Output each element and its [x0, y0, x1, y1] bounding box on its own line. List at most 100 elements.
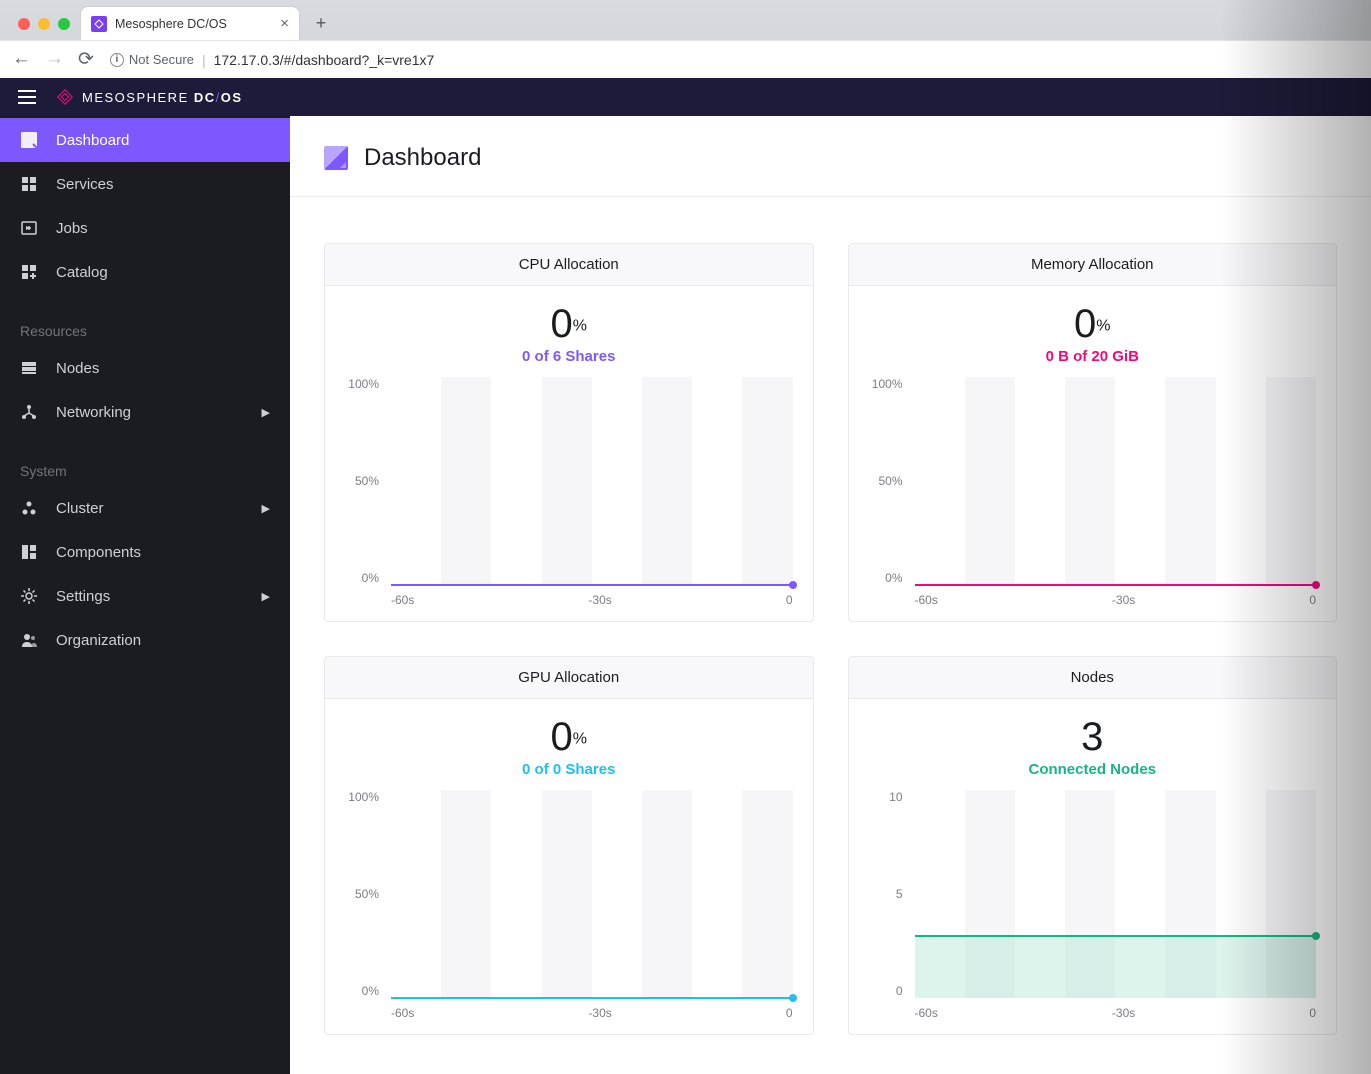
card-nodes: Nodes 3 Connected Nodes 1050 -60s-30s0: [848, 656, 1338, 1035]
series-line: [391, 584, 793, 586]
chart: 100%50%0% -60s-30s0: [337, 377, 801, 607]
window-minimize-icon[interactable]: [38, 18, 50, 30]
sidebar-item-label: Services: [56, 176, 114, 193]
grid-stripes: [915, 377, 1317, 585]
metric: 0% 0 B of 20 GiB: [861, 304, 1325, 365]
sidebar-item-components[interactable]: Components: [0, 530, 290, 574]
sidebar-item-label: Cluster: [56, 500, 104, 517]
nav-buttons: ← → ⟳: [12, 48, 94, 71]
metric-suffix: %: [573, 731, 587, 748]
sidebar-item-dashboard[interactable]: Dashboard: [0, 118, 290, 162]
metric-suffix: %: [573, 318, 587, 335]
app-topbar: MESOSPHERE DC/OS: [0, 78, 1371, 116]
menu-button[interactable]: [18, 90, 36, 104]
nodes-icon: [20, 359, 38, 377]
metric-subtitle: 0 of 6 Shares: [337, 348, 801, 365]
sidebar-item-jobs[interactable]: Jobs: [0, 206, 290, 250]
sidebar-item-label: Components: [56, 544, 141, 561]
metric-subtitle: 0 B of 20 GiB: [861, 348, 1325, 365]
info-icon: i: [110, 53, 124, 67]
sidebar-item-label: Jobs: [56, 220, 88, 237]
chevron-right-icon: ▶: [262, 406, 270, 419]
sidebar-item-label: Nodes: [56, 360, 99, 377]
browser-tab[interactable]: Mesosphere DC/OS ×: [80, 6, 300, 40]
address-separator: |: [202, 52, 206, 68]
y-axis-labels: 100%50%0%: [337, 790, 385, 998]
page-header: Dashboard: [290, 116, 1371, 196]
series-line: [391, 997, 793, 999]
metric-suffix: %: [1096, 318, 1110, 335]
sidebar-item-networking[interactable]: Networking▶: [0, 390, 290, 434]
card-cpu: CPU Allocation 0% 0 of 6 Shares 100%50%0…: [324, 243, 814, 622]
sidebar: Dashboard Services Jobs Catalog Resources N…: [0, 116, 290, 1074]
y-axis-labels: 100%50%0%: [861, 377, 909, 585]
window-close-icon[interactable]: [18, 18, 30, 30]
mesosphere-logo-icon: [56, 88, 74, 106]
metric-subtitle: 0 of 0 Shares: [337, 761, 801, 778]
tab-bar: Mesosphere DC/OS × +: [0, 0, 1371, 40]
tab-title: Mesosphere DC/OS: [115, 17, 227, 31]
card-mem: Memory Allocation 0% 0 B of 20 GiB 100%5…: [848, 243, 1338, 622]
x-tick: -60s: [915, 1006, 938, 1020]
tab-close-icon[interactable]: ×: [280, 15, 289, 32]
grid-stripes: [391, 790, 793, 998]
x-tick: -60s: [391, 593, 414, 607]
y-tick: 10: [861, 790, 903, 804]
sidebar-item-catalog[interactable]: Catalog: [0, 250, 290, 294]
sidebar-item-organization[interactable]: Organization: [0, 618, 290, 662]
forward-button[interactable]: →: [45, 48, 64, 71]
plot-area: [391, 377, 793, 585]
metric: 3 Connected Nodes: [861, 717, 1325, 778]
plot-area: [915, 790, 1317, 998]
reload-button[interactable]: ⟳: [78, 48, 94, 71]
sidebar-section-resources: Resources: [0, 306, 290, 346]
sidebar-item-services[interactable]: Services: [0, 162, 290, 206]
series-endpoint-icon: [1312, 932, 1320, 940]
x-tick: 0: [1309, 593, 1316, 607]
app-shell: MESOSPHERE DC/OS Dashboard Services Jobs Ca…: [0, 78, 1371, 1074]
y-tick: 50%: [337, 474, 379, 488]
card-title: CPU Allocation: [325, 244, 813, 286]
series-endpoint-icon: [789, 994, 797, 1002]
new-tab-button[interactable]: +: [306, 8, 336, 38]
sidebar-item-settings[interactable]: Settings▶: [0, 574, 290, 618]
y-axis-labels: 1050: [861, 790, 909, 998]
metric-value: 0: [1074, 304, 1096, 344]
card-body: 3 Connected Nodes 1050 -60s-30s0: [849, 699, 1337, 1034]
cluster-icon: [20, 499, 38, 517]
address-field[interactable]: i Not Secure | 172.17.0.3/#/dashboard?_k…: [110, 52, 1359, 68]
security-indicator[interactable]: i Not Secure: [110, 52, 194, 67]
y-tick: 50%: [337, 887, 379, 901]
sidebar-item-nodes[interactable]: Nodes: [0, 346, 290, 390]
security-label: Not Secure: [129, 52, 194, 67]
x-tick: 0: [786, 1006, 793, 1020]
plot-area: [915, 377, 1317, 585]
dashboard-icon: [324, 146, 348, 170]
y-tick: 5: [861, 887, 903, 901]
brand[interactable]: MESOSPHERE DC/OS: [56, 88, 243, 106]
card-gpu: GPU Allocation 0% 0 of 0 Shares 100%50%0…: [324, 656, 814, 1035]
url-text: 172.17.0.3/#/dashboard?_k=vre1x7: [214, 52, 435, 68]
back-button[interactable]: ←: [12, 48, 31, 71]
card-title: GPU Allocation: [325, 657, 813, 699]
chart: 100%50%0% -60s-30s0: [337, 790, 801, 1020]
x-axis-labels: -60s-30s0: [391, 1006, 793, 1020]
sidebar-item-label: Organization: [56, 632, 141, 649]
metric: 0% 0 of 6 Shares: [337, 304, 801, 365]
cards-grid: CPU Allocation 0% 0 of 6 Shares 100%50%0…: [290, 197, 1371, 1074]
networking-icon: [20, 403, 38, 421]
card-title: Memory Allocation: [849, 244, 1337, 286]
x-tick: -30s: [588, 1006, 611, 1020]
window-controls: [10, 18, 80, 40]
x-tick: -30s: [588, 593, 611, 607]
sidebar-item-label: Catalog: [56, 264, 108, 281]
card-body: 0% 0 B of 20 GiB 100%50%0% -60s-30s0: [849, 286, 1337, 621]
window-zoom-icon[interactable]: [58, 18, 70, 30]
x-tick: -60s: [915, 593, 938, 607]
card-body: 0% 0 of 0 Shares 100%50%0% -60s-30s0: [325, 699, 813, 1034]
x-axis-labels: -60s-30s0: [915, 593, 1317, 607]
brand-text: MESOSPHERE DC/OS: [82, 90, 243, 105]
sidebar-item-cluster[interactable]: Cluster▶: [0, 486, 290, 530]
y-tick: 100%: [861, 377, 903, 391]
metric-value: 3: [1081, 717, 1103, 757]
